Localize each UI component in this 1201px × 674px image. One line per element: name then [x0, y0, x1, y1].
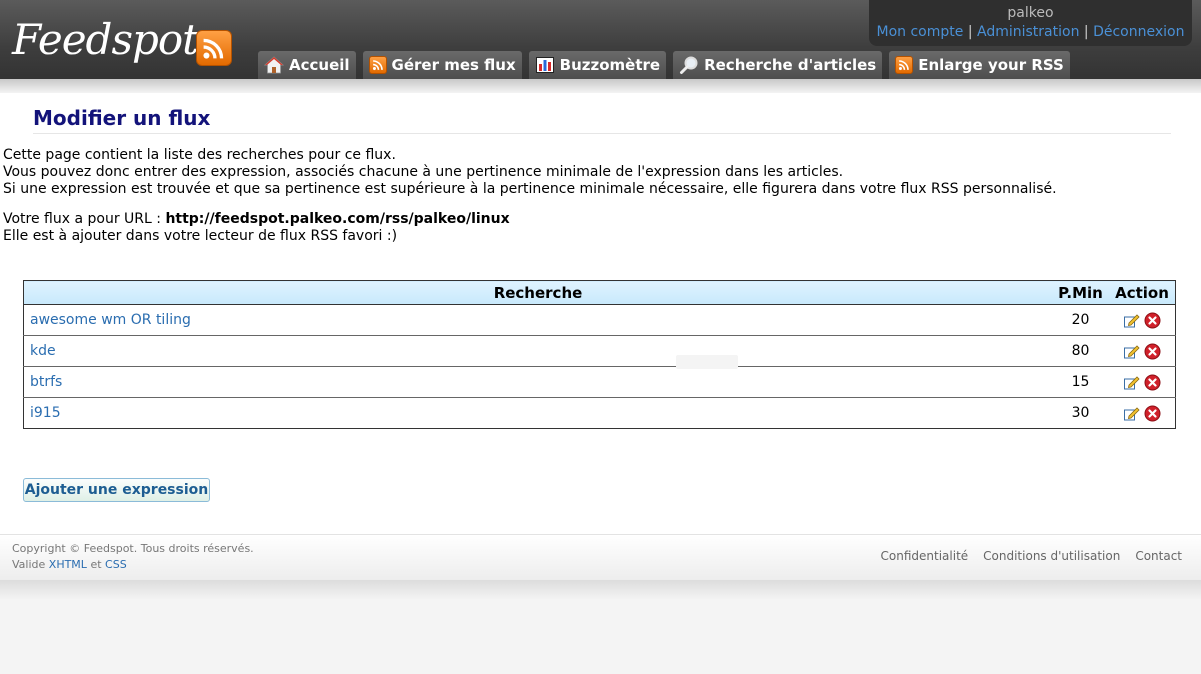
rss-icon [196, 30, 233, 66]
tab-label: Accueil [289, 56, 350, 74]
tab-label: Gérer mes flux [391, 56, 516, 74]
css-link[interactable]: CSS [105, 558, 127, 571]
pmin-value: 30 [1071, 405, 1090, 421]
intro-text: Cette page contient la liste des recherc… [3, 147, 1193, 198]
pmin-value: 80 [1052, 335, 1109, 367]
search-link[interactable]: kde [30, 343, 56, 359]
privacy-link[interactable]: Confidentialité [881, 549, 969, 563]
tab-label: Enlarge your RSS [918, 56, 1064, 74]
delete-icon[interactable] [1144, 405, 1161, 422]
pmin-value: 20 [1052, 304, 1109, 336]
tab-recherche-articles[interactable]: Recherche d'articles [673, 51, 883, 79]
header-action: Action [1109, 280, 1176, 305]
tab-label: Recherche d'articles [704, 56, 877, 74]
delete-icon[interactable] [1144, 343, 1161, 360]
valid-and: et [90, 558, 102, 571]
copyright-text: Copyright © Feedspot. Tous droits réserv… [12, 542, 254, 555]
chart-icon [535, 57, 554, 73]
search-link[interactable]: btrfs [30, 374, 62, 390]
separator: | [1083, 24, 1089, 40]
logo-text: Feedspot [12, 15, 199, 64]
table-row: btrfs 15 [23, 366, 1176, 398]
separator: | [967, 24, 973, 40]
user-box: palkeo Mon compte | Administration | Déc… [869, 0, 1192, 46]
header-bar: Feedspot palkeo Mon compte | Administrat… [0, 0, 1201, 79]
contact-link[interactable]: Contact [1135, 549, 1182, 563]
validity-line: Valide XHTML et CSS [12, 557, 254, 573]
url-note: Elle est à ajouter dans votre lecteur de… [3, 228, 398, 244]
table-row: kde 80 [23, 335, 1176, 367]
user-links: Mon compte | Administration | Déconnexio… [869, 23, 1192, 41]
footer: Copyright © Feedspot. Tous droits réserv… [0, 534, 1201, 581]
loading-overlay [676, 355, 738, 369]
terms-link[interactable]: Conditions d'utilisation [983, 549, 1120, 563]
valid-prefix: Valide [12, 558, 46, 571]
table-header-row: Recherche P.Min Action [23, 280, 1176, 305]
table-row: awesome wm OR tiling 20 [23, 304, 1176, 336]
header-recherche: Recherche [23, 280, 1052, 305]
delete-icon[interactable] [1144, 312, 1161, 329]
tab-enlarge-rss[interactable]: Enlarge your RSS [889, 51, 1070, 79]
intro-line: Si une expression est trouvée et que sa … [3, 181, 1057, 197]
footer-left: Copyright © Feedspot. Tous droits réserv… [12, 541, 254, 573]
logout-link[interactable]: Déconnexion [1093, 24, 1184, 40]
footer-links: Confidentialité Conditions d'utilisation… [881, 549, 1182, 563]
searches-table: Recherche P.Min Action awesome wm OR til… [23, 280, 1176, 429]
main-content: Modifier un flux Cette page contient la … [0, 93, 1201, 534]
home-icon [264, 56, 284, 74]
tab-gerer-mes-flux[interactable]: Gérer mes flux [362, 51, 522, 79]
delete-icon[interactable] [1144, 374, 1161, 391]
edit-icon[interactable] [1123, 343, 1140, 360]
rss-icon [368, 56, 387, 74]
rss-icon [895, 56, 914, 74]
administration-link[interactable]: Administration [977, 24, 1079, 40]
table-row: i915 30 [24, 398, 1176, 429]
edit-icon[interactable] [1123, 405, 1140, 422]
search-link[interactable]: i915 [30, 405, 61, 421]
pmin-value: 15 [1052, 366, 1109, 398]
xhtml-link[interactable]: XHTML [49, 558, 87, 571]
main-nav: Accueil Gérer mes flux Buzzomètre Recher… [258, 51, 1070, 79]
tab-buzzometre[interactable]: Buzzomètre [528, 51, 667, 79]
edit-icon[interactable] [1123, 374, 1140, 391]
feed-url: http://feedspot.palkeo.com/rss/palkeo/li… [165, 211, 510, 227]
intro-line: Vous pouvez donc entrer des expression, … [3, 164, 844, 180]
search-link[interactable]: awesome wm OR tiling [30, 312, 191, 328]
feed-url-block: Votre flux a pour URL : http://feedspot.… [3, 211, 1193, 245]
page-title: Modifier un flux [33, 105, 1171, 134]
my-account-link[interactable]: Mon compte [877, 24, 964, 40]
page-bottom [0, 580, 1201, 600]
edit-icon[interactable] [1123, 312, 1140, 329]
header-shadow [0, 79, 1201, 93]
tab-accueil[interactable]: Accueil [258, 51, 356, 79]
url-label: Votre flux a pour URL : [3, 211, 166, 227]
username: palkeo [1007, 5, 1054, 21]
intro-line: Cette page contient la liste des recherc… [3, 147, 396, 163]
tab-label: Buzzomètre [559, 56, 661, 74]
header-pmin: P.Min [1052, 280, 1109, 305]
magnifier-icon [680, 56, 698, 74]
feedspot-logo[interactable]: Feedspot [12, 8, 233, 72]
add-expression-button[interactable]: Ajouter une expression [23, 478, 210, 502]
